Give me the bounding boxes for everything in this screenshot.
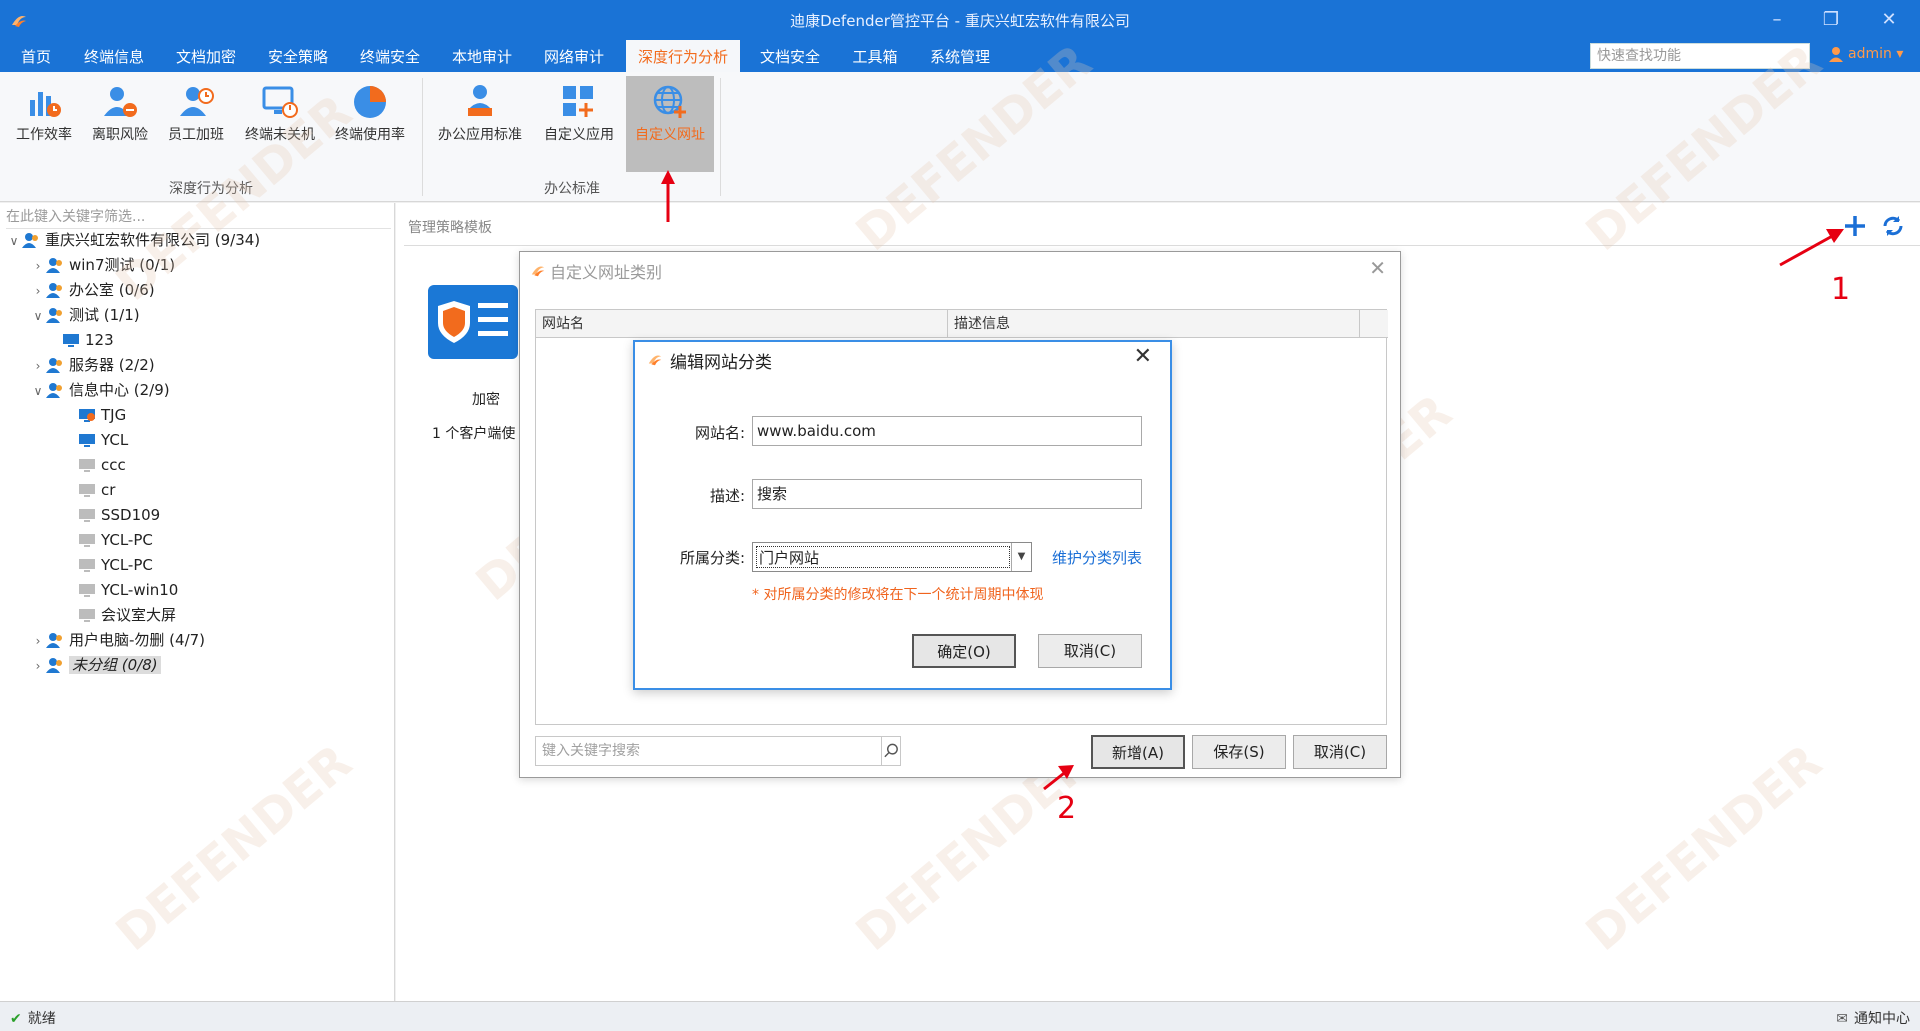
status-ready: ✔ 就绪 — [10, 1011, 56, 1027]
annotation-number: 1 — [1831, 272, 1851, 307]
annotation-overlay — [661, 170, 1844, 791]
arrow-annotation — [1779, 229, 1844, 267]
notification-center[interactable]: ✉ 通知中心 — [1836, 1008, 1910, 1028]
arrow-annotation — [661, 170, 675, 222]
mail-icon: ✉ — [1836, 1011, 1848, 1027]
check-icon: ✔ — [10, 1011, 22, 1027]
annotation-number: 2 — [1057, 791, 1077, 826]
arrow-annotation — [1043, 765, 1074, 791]
status-bar: ✔ 就绪 ✉ 通知中心 — [0, 1001, 1920, 1031]
